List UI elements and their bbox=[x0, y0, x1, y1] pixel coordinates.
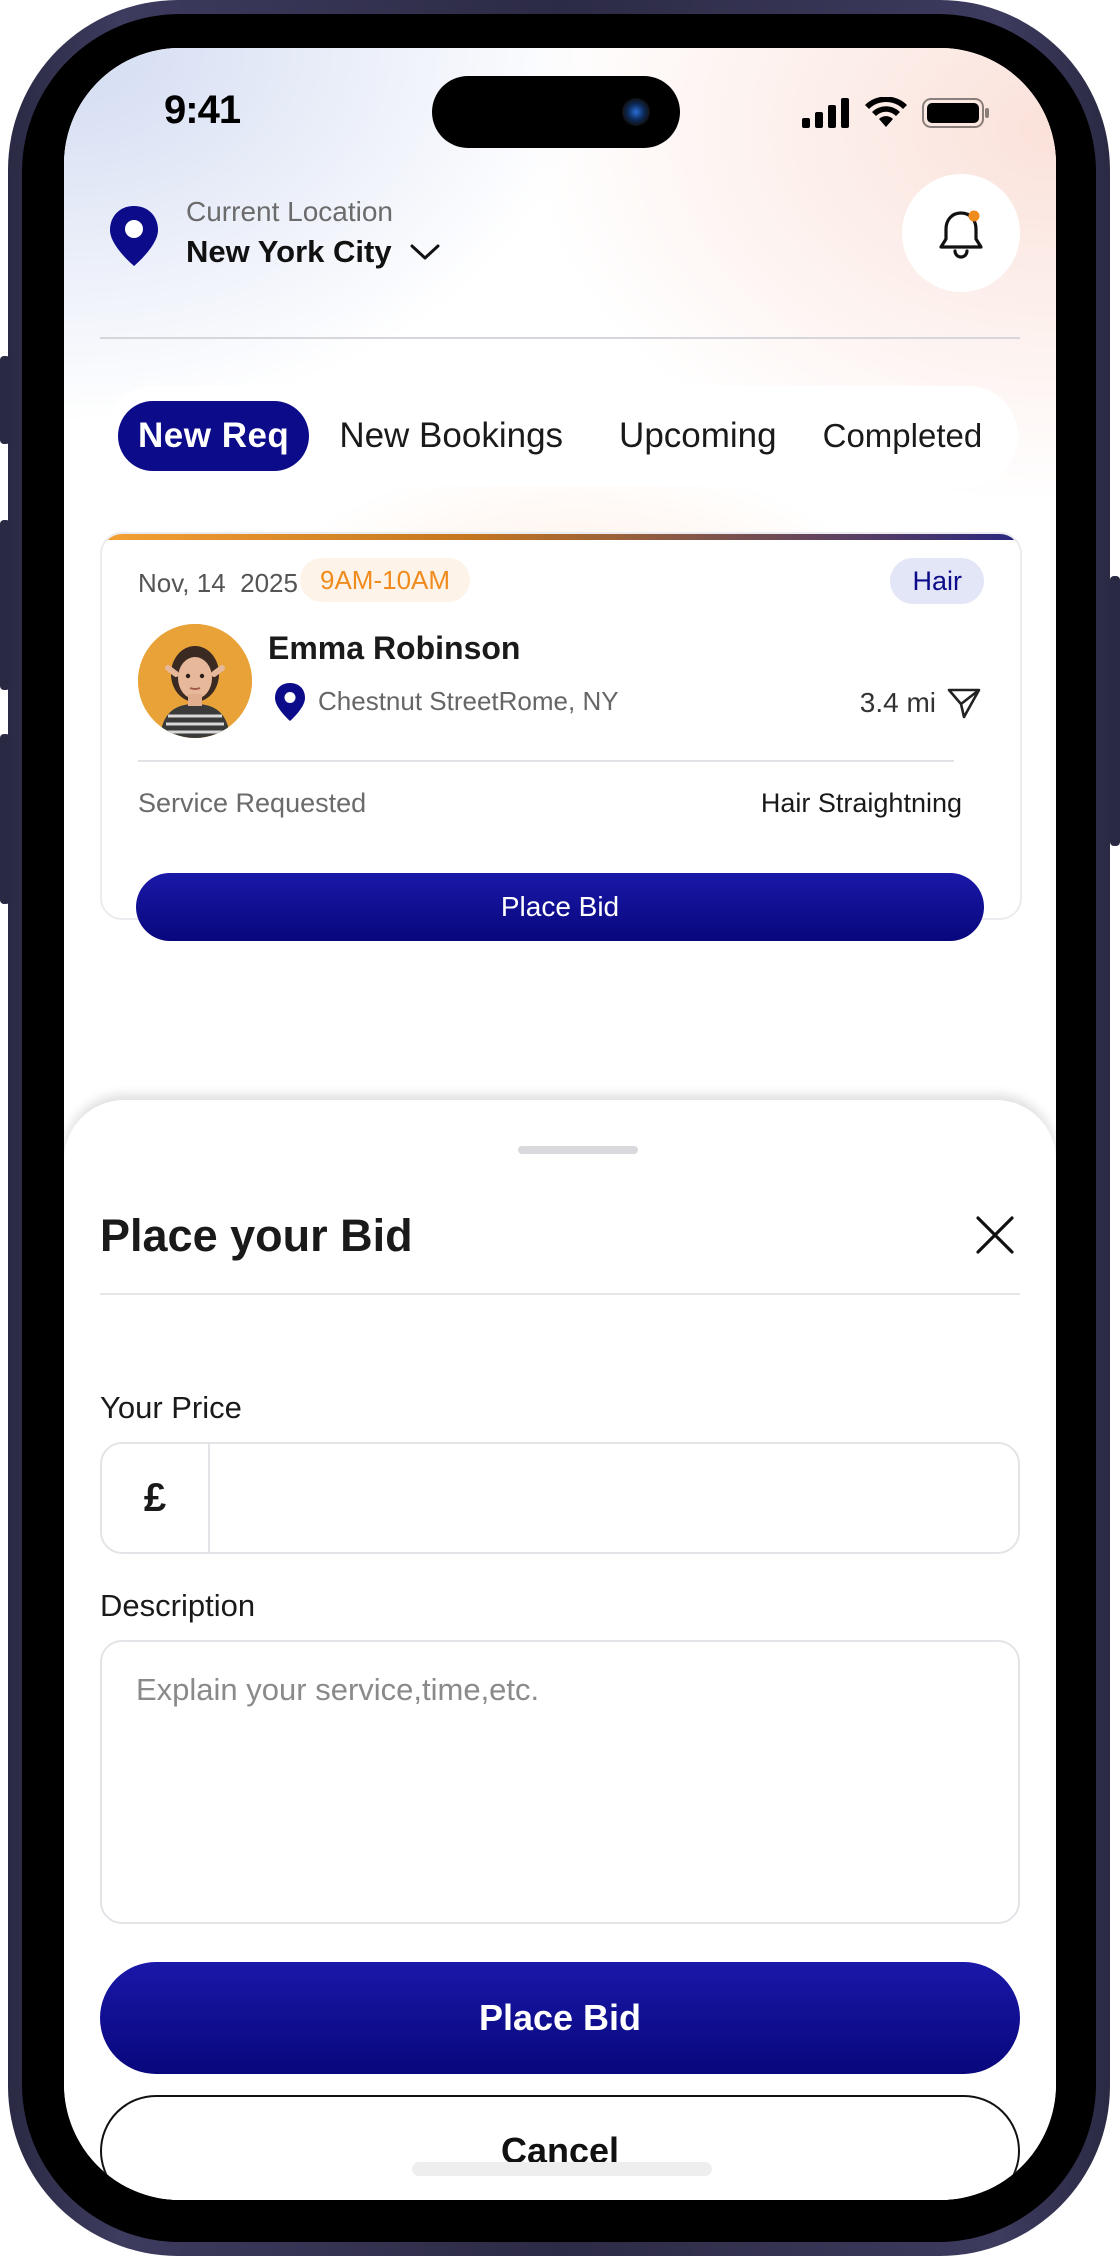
request-date: Nov, 14 2025 bbox=[138, 568, 298, 598]
card-divider bbox=[138, 760, 954, 762]
customer-name: Emma Robinson bbox=[268, 630, 521, 666]
distance: 3.4 mi bbox=[860, 686, 982, 720]
notifications-button[interactable] bbox=[902, 174, 1020, 292]
place-bid-sheet: Place your Bid Your Price £ Description … bbox=[64, 1100, 1056, 2200]
price-label: Your Price bbox=[100, 1390, 242, 1425]
card-place-bid-button[interactable]: Place Bid bbox=[136, 873, 984, 941]
action-button bbox=[0, 356, 10, 444]
header-divider bbox=[100, 337, 1020, 339]
location-pin-icon bbox=[110, 206, 158, 266]
price-input[interactable] bbox=[210, 1444, 1018, 1552]
cellular-signal-icon bbox=[802, 98, 849, 128]
customer-photo bbox=[138, 624, 252, 738]
close-icon[interactable] bbox=[970, 1210, 1020, 1260]
tab-new-bookings[interactable]: New Bookings bbox=[339, 401, 563, 471]
service-requested-value: Hair Straightning bbox=[760, 788, 962, 818]
location-value: New York City bbox=[186, 234, 392, 269]
camera-icon bbox=[622, 98, 650, 126]
status-icons bbox=[802, 96, 990, 130]
category-tag: Hair bbox=[890, 558, 984, 604]
place-bid-button[interactable]: Place Bid bbox=[100, 1962, 1020, 2074]
sheet-drag-handle[interactable] bbox=[518, 1146, 638, 1154]
card-accent-bar bbox=[102, 534, 1020, 540]
customer-address: Chestnut StreetRome, NY bbox=[318, 686, 619, 716]
chevron-down-icon bbox=[410, 244, 440, 260]
address-pin-icon bbox=[275, 683, 305, 721]
time-slot-badge: 9AM-10AM bbox=[300, 558, 471, 602]
bell-icon bbox=[939, 210, 983, 259]
current-location-label: Current Location bbox=[186, 196, 394, 227]
tab-upcoming[interactable]: Upcoming bbox=[619, 401, 777, 471]
status-time: 9:41 bbox=[164, 88, 241, 132]
distance-value: 3.4 mi bbox=[859, 687, 936, 718]
battery-icon bbox=[922, 98, 989, 128]
cancel-button[interactable]: Cancel bbox=[100, 2095, 1020, 2200]
description-label: Description bbox=[100, 1588, 256, 1623]
service-requested-label: Service Requested bbox=[138, 788, 367, 818]
tab-completed[interactable]: Completed bbox=[823, 401, 983, 471]
volume-up-button bbox=[0, 520, 10, 690]
currency-symbol: £ bbox=[102, 1444, 210, 1552]
avatar bbox=[138, 624, 252, 738]
price-field: £ bbox=[100, 1442, 1020, 1554]
wifi-icon bbox=[865, 97, 907, 127]
power-button bbox=[1110, 576, 1120, 846]
booking-tabs: New Req New Bookings Upcoming Completed bbox=[104, 386, 1018, 486]
app-screen: 9:41 Current Location New York City New … bbox=[64, 48, 1056, 2200]
sheet-divider bbox=[100, 1293, 1020, 1295]
sheet-title: Place your Bid bbox=[100, 1210, 413, 1261]
dynamic-island bbox=[432, 76, 680, 148]
volume-down-button bbox=[0, 734, 10, 904]
description-textarea[interactable] bbox=[100, 1640, 1020, 1924]
home-indicator bbox=[412, 2162, 712, 2176]
tab-new-req[interactable]: New Req bbox=[118, 401, 310, 471]
request-card[interactable]: Nov, 14 2025 9AM-10AM Hair Emma Robinson… bbox=[100, 532, 1022, 920]
location-selector[interactable]: New York City bbox=[186, 234, 440, 270]
navigation-arrow-icon bbox=[947, 688, 981, 719]
